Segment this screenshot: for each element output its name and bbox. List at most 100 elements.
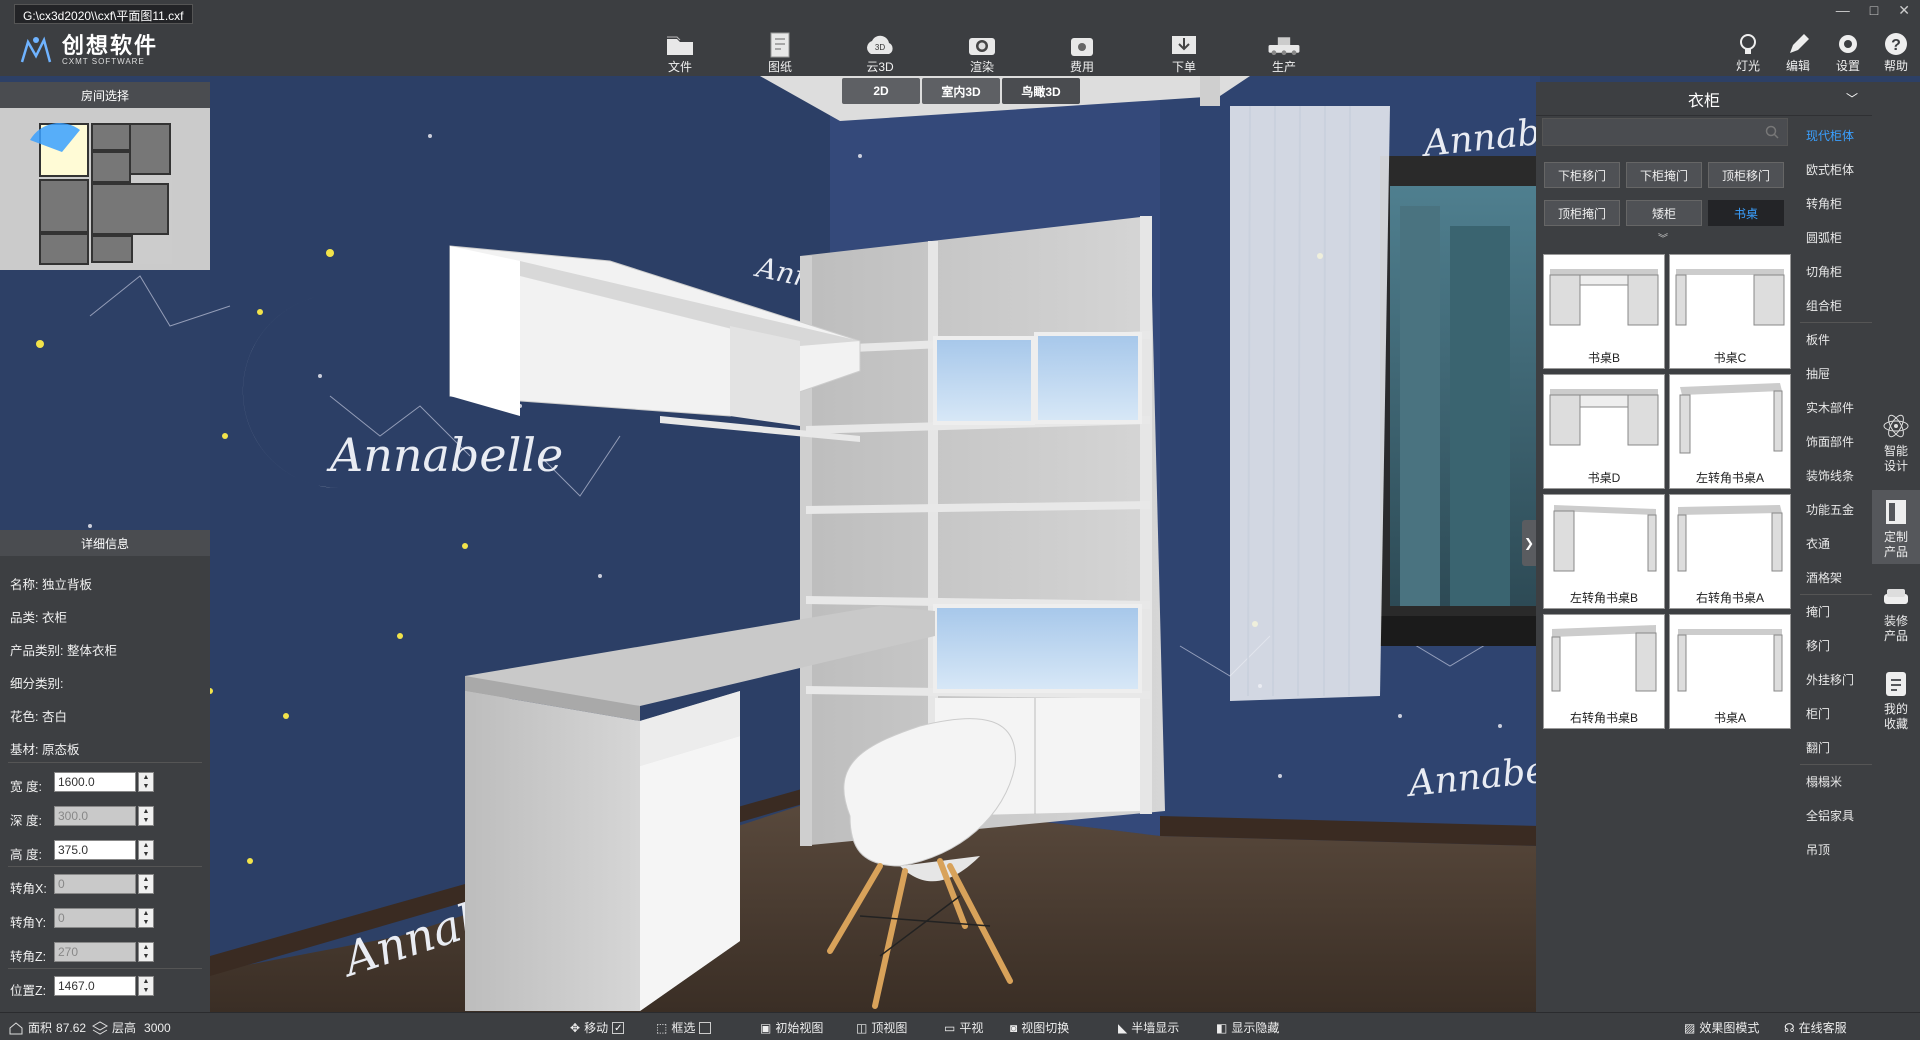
category-item[interactable]: 圆弧柜 xyxy=(1800,220,1872,254)
catalog-search-input[interactable] xyxy=(1543,119,1763,143)
filter-top-hinged-door[interactable]: 顶柜掩门 xyxy=(1544,200,1620,226)
width-field[interactable] xyxy=(54,772,136,792)
category-item[interactable]: 全铝家具 xyxy=(1800,798,1872,832)
rotation-z-stepper[interactable]: ▲ ▼ xyxy=(138,942,154,962)
product-card[interactable]: 书桌C xyxy=(1669,254,1791,369)
move-icon: ✥ xyxy=(570,1020,581,1035)
depth-field[interactable] xyxy=(54,806,136,826)
catalog-search[interactable] xyxy=(1542,118,1788,146)
category-item[interactable]: 榻榻米 xyxy=(1800,764,1872,798)
category-item[interactable]: 酒格架 xyxy=(1800,560,1872,594)
tab-interior-3d[interactable]: 室内3D xyxy=(922,78,1000,104)
minimize-button[interactable]: — xyxy=(1836,2,1850,19)
file-button[interactable]: 文件 xyxy=(650,28,710,76)
material-value: 原态板 xyxy=(41,743,80,757)
width-stepper[interactable]: ▲ ▼ xyxy=(138,772,154,792)
view-switch-button[interactable]: ◙ 视图切换 xyxy=(1010,1019,1069,1036)
cost-button[interactable]: 费用 xyxy=(1052,28,1112,76)
height-stepper[interactable]: ▲ ▼ xyxy=(138,840,154,860)
top-view-button[interactable]: ◫ 顶视图 xyxy=(856,1019,907,1036)
category-item[interactable]: 移门 xyxy=(1800,628,1872,662)
production-button[interactable]: 生产 xyxy=(1254,28,1314,76)
depth-stepper[interactable]: ▲ ▼ xyxy=(138,806,154,826)
filter-low-cabinet[interactable]: 矮柜 xyxy=(1626,200,1702,226)
edit-button[interactable]: 编辑 xyxy=(1778,28,1818,76)
right-sidebar: 智能 设计 定制 产品 装修 产品 我的 收藏 xyxy=(1872,82,1920,1012)
category-item[interactable]: 吊顶 xyxy=(1800,832,1872,866)
category-item[interactable]: 欧式柜体 xyxy=(1800,152,1872,186)
smart-design-button[interactable]: 智能 设计 xyxy=(1872,404,1920,478)
render-button[interactable]: 渲染 xyxy=(952,28,1012,76)
rotation-y-stepper[interactable]: ▲ ▼ xyxy=(138,908,154,928)
category-item[interactable]: 柜门 xyxy=(1800,696,1872,730)
position-z-stepper[interactable]: ▲ ▼ xyxy=(138,976,154,996)
position-z-field[interactable] xyxy=(54,976,136,996)
move-toggle[interactable]: ✥ 移动 xyxy=(570,1019,625,1036)
category-item[interactable]: 切角柜 xyxy=(1800,254,1872,288)
cloud-3d-button[interactable]: 3D 云3D xyxy=(850,28,910,76)
move-checkbox[interactable] xyxy=(612,1021,625,1034)
drawing-button[interactable]: 图纸 xyxy=(750,28,810,76)
height-field[interactable] xyxy=(54,840,136,860)
rotation-z-field[interactable] xyxy=(54,942,136,962)
light-button[interactable]: 灯光 xyxy=(1728,28,1768,76)
category-item[interactable]: 衣通 xyxy=(1800,526,1872,560)
chevron-down-icon[interactable]: ﹀ xyxy=(1846,90,1858,107)
category-item[interactable]: 现代柜体 xyxy=(1800,118,1872,152)
rotation-x-field[interactable] xyxy=(54,874,136,894)
online-support-button[interactable]: ☊ 在线客服 xyxy=(1784,1019,1847,1036)
maximize-button[interactable]: □ xyxy=(1870,2,1878,19)
collapse-panel-button[interactable]: ❯ xyxy=(1522,520,1536,566)
layers-icon xyxy=(92,1020,108,1035)
folder-icon xyxy=(667,36,693,55)
product-card[interactable]: 右转角书桌B xyxy=(1543,614,1665,729)
show-hide-button[interactable]: ◧ 显示隐藏 xyxy=(1216,1019,1279,1036)
catalog-header: 衣柜 ﹀ xyxy=(1536,82,1872,116)
render-mode-button[interactable]: ▨ 效果图模式 xyxy=(1684,1019,1759,1036)
product-card[interactable]: 右转角书桌A xyxy=(1669,494,1791,609)
decor-product-button[interactable]: 装修 产品 xyxy=(1872,576,1920,650)
category-item[interactable]: 转角柜 xyxy=(1800,186,1872,220)
category-item[interactable]: 饰面部件 xyxy=(1800,424,1872,458)
category-item[interactable]: 翻门 xyxy=(1800,730,1872,764)
product-card[interactable]: 左转角书桌B xyxy=(1543,494,1665,609)
filter-top-sliding-door[interactable]: 顶柜移门 xyxy=(1708,162,1784,188)
category-item[interactable]: 功能五金 xyxy=(1800,492,1872,526)
filter-lower-hinged-door[interactable]: 下柜掩门 xyxy=(1626,162,1702,188)
desk-thumbnail xyxy=(1675,269,1785,326)
box-select-checkbox[interactable] xyxy=(699,1021,712,1034)
atom-icon xyxy=(1883,414,1909,438)
order-button[interactable]: 下单 xyxy=(1154,28,1214,76)
rotation-y-field[interactable] xyxy=(54,908,136,928)
product-card[interactable]: 左转角书桌A xyxy=(1669,374,1791,489)
expand-filters-icon[interactable]: ︾ xyxy=(1658,230,1668,245)
category-item[interactable]: 板件 xyxy=(1800,322,1872,356)
category-item[interactable]: 抽屉 xyxy=(1800,356,1872,390)
initial-view-button[interactable]: ▣ 初始视图 xyxy=(760,1019,823,1036)
help-button[interactable]: ? 帮助 xyxy=(1876,28,1916,76)
product-card[interactable]: 书桌B xyxy=(1543,254,1665,369)
half-wall-button[interactable]: ◣ 半墙显示 xyxy=(1118,1019,1179,1036)
settings-button[interactable]: 设置 xyxy=(1828,28,1868,76)
category-item[interactable]: 装饰线条 xyxy=(1800,458,1872,492)
floorplan-minimap[interactable] xyxy=(0,108,210,268)
product-card[interactable]: 书桌A xyxy=(1669,614,1791,729)
filter-desk[interactable]: 书桌 xyxy=(1708,200,1784,226)
search-icon[interactable] xyxy=(1765,125,1779,139)
box-select-toggle[interactable]: ⬚ 框选 xyxy=(656,1019,712,1036)
tab-2d[interactable]: 2D xyxy=(842,78,920,104)
rotation-x-stepper[interactable]: ▲ ▼ xyxy=(138,874,154,894)
category-item[interactable]: 掩门 xyxy=(1800,594,1872,628)
product-card[interactable]: 书桌D xyxy=(1543,374,1665,489)
filter-lower-sliding-door[interactable]: 下柜移门 xyxy=(1544,162,1620,188)
tab-aerial-3d[interactable]: 鸟瞰3D xyxy=(1002,78,1080,104)
level-view-button[interactable]: ▭ 平视 xyxy=(944,1019,983,1036)
order-download-icon xyxy=(1172,36,1196,54)
custom-product-button[interactable]: 定制 产品 xyxy=(1872,490,1920,564)
brand-logo: 创想软件 CXMT SOFTWARE xyxy=(18,32,158,68)
my-favorites-button[interactable]: 我的 收藏 xyxy=(1872,662,1920,736)
category-item[interactable]: 外挂移门 xyxy=(1800,662,1872,696)
close-button[interactable]: ✕ xyxy=(1898,2,1910,19)
category-item[interactable]: 组合柜 xyxy=(1800,288,1872,322)
category-item[interactable]: 实木部件 xyxy=(1800,390,1872,424)
